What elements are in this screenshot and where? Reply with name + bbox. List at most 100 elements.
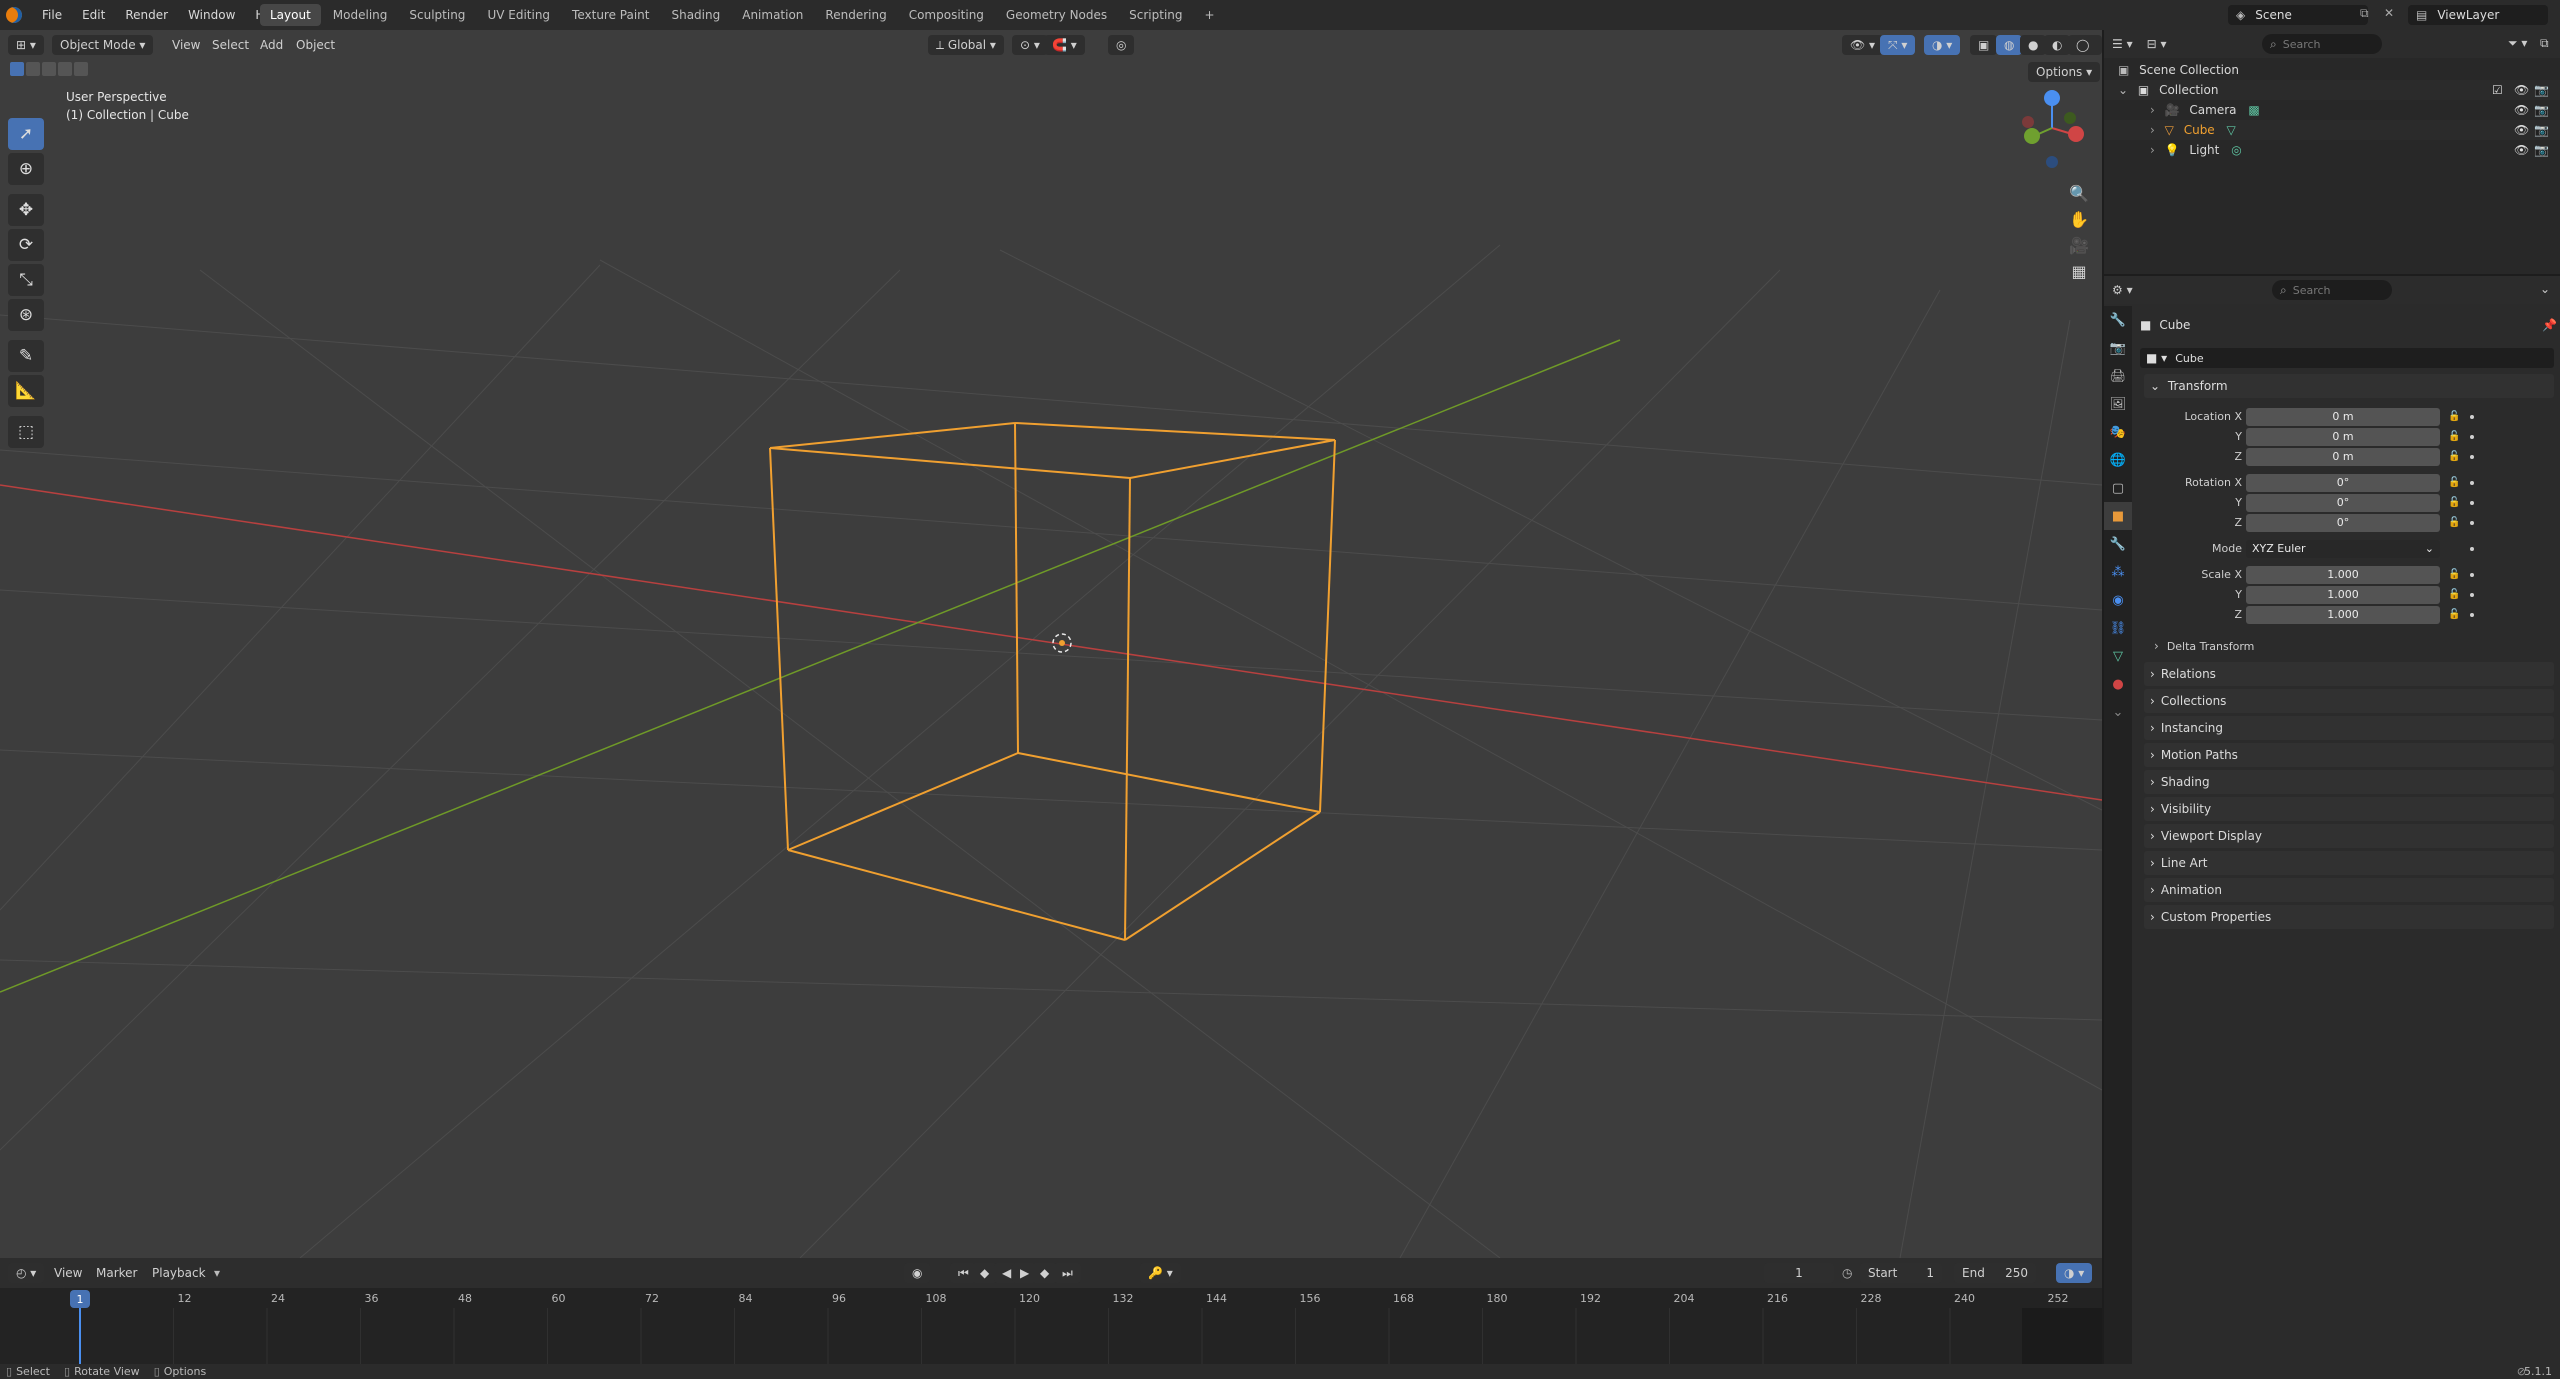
tab-uv-editing[interactable]: UV Editing [477, 4, 560, 26]
view-layer-tab-icon[interactable]: 🖼 [2104, 390, 2132, 418]
rotate-tool-icon[interactable]: ⟳ [8, 229, 44, 261]
playback-dropdown-icon[interactable]: ▾ [214, 1263, 220, 1283]
keyframe-dot[interactable] [2470, 521, 2474, 525]
visibility-eye-icon[interactable]: 👁 [2514, 80, 2529, 100]
keying-set-icon[interactable]: 🔑 ▾ [1140, 1263, 1181, 1283]
viewport-menu-view[interactable]: View [172, 35, 200, 55]
keyframe-dot[interactable] [2470, 613, 2474, 617]
expand-chevron-icon[interactable]: › [2150, 123, 2155, 137]
lock-icon[interactable]: 🔓 [2448, 514, 2460, 532]
measure-tool-icon[interactable]: 📐 [8, 375, 44, 407]
timeline-editor-type-icon[interactable]: ◴ ▾ [8, 1263, 45, 1283]
render-tab-icon[interactable]: 📷 [2104, 334, 2132, 362]
object-name-field[interactable]: ■ ▾ Cube [2140, 348, 2554, 368]
camera-view-icon[interactable]: 🎥 [2064, 232, 2094, 258]
scale-x-field[interactable]: 1.000 [2246, 566, 2440, 584]
auto-keying-icon[interactable]: ◉ [904, 1263, 931, 1283]
tab-animation[interactable]: Animation [732, 4, 813, 26]
animation-panel[interactable]: › Animation [2144, 878, 2554, 902]
properties-editor-type-icon[interactable]: ⚙ ▾ [2112, 283, 2133, 297]
add-workspace-button[interactable]: + [1195, 4, 1225, 26]
select-box-tool-icon[interactable]: ➚ [8, 118, 44, 150]
outliner-scene-collection[interactable]: ▣ Scene Collection [2104, 60, 2560, 80]
lock-icon[interactable]: 🔓 [2448, 474, 2460, 492]
move-tool-icon[interactable]: ✥ [8, 194, 44, 226]
tab-texture-paint[interactable]: Texture Paint [562, 4, 659, 26]
relations-panel[interactable]: › Relations [2144, 662, 2554, 686]
shading-rendered-icon[interactable]: ◯ ▾ [2068, 35, 2102, 72]
scale-tool-icon[interactable]: ⤡ [8, 264, 44, 296]
properties-options-icon[interactable]: ⌄ [2540, 282, 2550, 296]
tab-modeling[interactable]: Modeling [323, 4, 398, 26]
keyframe-dot[interactable] [2470, 481, 2474, 485]
tab-rendering[interactable]: Rendering [815, 4, 896, 26]
transform-tool-icon[interactable]: ⊛ [8, 299, 44, 331]
3d-viewport[interactable]: ⊞ ▾ Object Mode ▾ View Select Add Object… [0, 30, 2102, 1258]
viewport-display-panel[interactable]: › Viewport Display [2144, 824, 2554, 848]
timeline-menu-playback[interactable]: Playback [152, 1263, 206, 1283]
preview-range-icon[interactable]: ◷ [1842, 1263, 1852, 1283]
tab-geometry-nodes[interactable]: Geometry Nodes [996, 4, 1117, 26]
tab-sculpting[interactable]: Sculpting [399, 4, 475, 26]
scale-y-field[interactable]: 1.000 [2246, 586, 2440, 604]
shading-solid-icon[interactable]: ● [2020, 35, 2047, 55]
end-frame-field[interactable]: End 250 [1954, 1263, 2036, 1283]
mode-dropdown[interactable]: Object Mode ▾ [52, 35, 154, 55]
lock-icon[interactable]: 🔓 [2448, 566, 2460, 584]
output-tab-icon[interactable]: 🖨 [2104, 362, 2132, 390]
scene-tab-icon[interactable]: 🎭 [2104, 418, 2132, 446]
timeline-body[interactable]: 12 24 36 48 60 72 84 96 108 120 132 144 156 168 180 192… [0, 1288, 2102, 1364]
properties-search-input[interactable]: ⌕ Search [2272, 280, 2392, 300]
exclude-checkbox[interactable]: ☑ [2492, 80, 2503, 100]
expand-chevron-icon[interactable]: › [2150, 103, 2155, 117]
menu-edit[interactable]: Edit [72, 0, 115, 30]
rotation-mode-dropdown[interactable]: XYZ Euler ⌄ [2246, 540, 2440, 558]
outliner-item-light[interactable]: › 💡 Light ◎ 👁 📷 [2104, 140, 2560, 160]
menu-file[interactable]: File [32, 0, 72, 30]
tab-layout[interactable]: Layout [260, 4, 321, 26]
timeline-menu-view[interactable]: View [54, 1263, 82, 1283]
timeline-view-toggle-icon[interactable]: ◑ ▾ [2056, 1263, 2093, 1283]
blender-logo-icon[interactable] [6, 7, 22, 23]
location-y-field[interactable]: 0 m [2246, 428, 2440, 446]
keyframe-dot[interactable] [2470, 435, 2474, 439]
lock-icon[interactable]: 🔓 [2448, 428, 2460, 446]
data-tab-icon[interactable]: ▽ [2104, 642, 2132, 670]
filter-icon[interactable]: ⏷ ▾ [2508, 36, 2527, 51]
keyframe-dot[interactable] [2470, 415, 2474, 419]
editor-type-icon[interactable]: ⊞ ▾ [8, 35, 44, 55]
select-extend-icon[interactable] [26, 62, 40, 76]
options-button[interactable]: Options ▾ [2028, 62, 2101, 82]
add-cube-tool-icon[interactable]: ⬚ [8, 416, 44, 448]
pan-hand-icon[interactable]: ✋ [2064, 206, 2094, 232]
scene-selector[interactable]: ◈ Scene [2228, 5, 2368, 25]
scene-delete-icon[interactable]: ✕ [2384, 6, 2394, 20]
perspective-toggle-icon[interactable]: ▦ [2064, 258, 2094, 284]
gizmo-toggle-icon[interactable]: ⤧ ▾ [1880, 35, 1916, 55]
tab-compositing[interactable]: Compositing [899, 4, 994, 26]
visibility-icon[interactable]: 👁 ▾ [1842, 35, 1884, 55]
menu-window[interactable]: Window [178, 0, 245, 30]
render-camera-icon[interactable]: 📷 [2534, 80, 2549, 100]
keyframe-dot[interactable] [2470, 455, 2474, 459]
collection-tab-icon[interactable]: ▢ [2104, 474, 2132, 502]
cursor-tool-icon[interactable]: ⊕ [8, 153, 44, 185]
location-x-field[interactable]: 0 m [2246, 408, 2440, 426]
lock-icon[interactable]: 🔓 [2448, 408, 2460, 426]
lock-icon[interactable]: 🔓 [2448, 586, 2460, 604]
outliner-item-cube[interactable]: › ▽ Cube ▽ 👁 📷 [2104, 120, 2560, 140]
viewport-menu-select[interactable]: Select [212, 35, 249, 55]
tab-shading[interactable]: Shading [661, 4, 730, 26]
annotate-tool-icon[interactable]: ✎ [8, 340, 44, 372]
location-z-field[interactable]: 0 m [2246, 448, 2440, 466]
tool-tab-icon[interactable]: 🔧 [2104, 306, 2132, 334]
visibility-panel[interactable]: › Visibility [2144, 797, 2554, 821]
visibility-eye-icon[interactable]: 👁 [2514, 140, 2529, 160]
texture-tab-icon[interactable]: ⌄ [2104, 698, 2132, 726]
rotation-x-field[interactable]: 0° [2246, 474, 2440, 492]
select-subtract-icon[interactable] [42, 62, 56, 76]
tab-scripting[interactable]: Scripting [1119, 4, 1192, 26]
render-camera-icon[interactable]: 📷 [2534, 120, 2549, 140]
rotation-z-field[interactable]: 0° [2246, 514, 2440, 532]
shading-panel[interactable]: › Shading [2144, 770, 2554, 794]
